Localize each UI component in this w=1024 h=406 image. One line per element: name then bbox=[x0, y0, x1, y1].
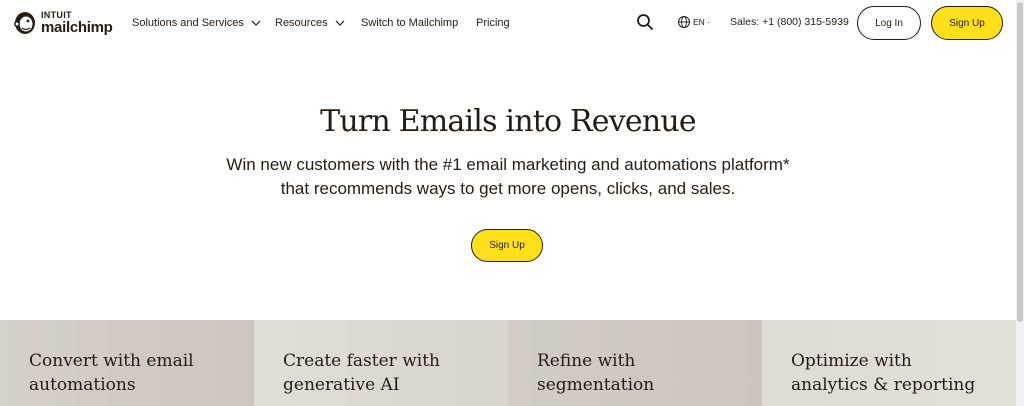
language-dropdown-marker: · bbox=[706, 17, 710, 27]
feature-card-generative-ai[interactable]: Create faster with generative AI bbox=[254, 320, 508, 406]
feature-card-segmentation[interactable]: Refine with segmentation bbox=[508, 320, 762, 406]
feature-card-line-2: analytics & reporting bbox=[791, 375, 976, 395]
feature-card-line-1: Optimize with bbox=[791, 351, 912, 371]
nav-pricing[interactable]: Pricing bbox=[476, 0, 510, 46]
globe-icon bbox=[678, 16, 690, 28]
language-label: EN bbox=[693, 17, 705, 27]
feature-card-line-2: automations bbox=[29, 375, 136, 395]
nav-solutions-label: Solutions and Services bbox=[132, 17, 244, 29]
freddie-logo-icon bbox=[14, 12, 35, 34]
feature-card-analytics[interactable]: Optimize with analytics & reporting bbox=[762, 320, 1016, 406]
header-signup-button[interactable]: Sign Up bbox=[931, 6, 1003, 40]
nav-pricing-label: Pricing bbox=[476, 17, 510, 29]
feature-strip: Convert with email automations Create fa… bbox=[0, 320, 1016, 406]
page-scrollbar[interactable] bbox=[1016, 0, 1024, 406]
site-header: INTUIT mailchimp Solutions and Services … bbox=[0, 0, 1016, 46]
logo-wordmark: INTUIT mailchimp bbox=[41, 11, 113, 36]
hero-title: Turn Emails into Revenue bbox=[320, 104, 697, 139]
feature-card-line-2: generative AI bbox=[283, 375, 400, 395]
feature-card-line-2: segmentation bbox=[537, 375, 655, 395]
login-button[interactable]: Log In bbox=[857, 6, 921, 40]
search-icon[interactable] bbox=[636, 13, 654, 31]
nav-resources-label: Resources bbox=[275, 17, 328, 29]
nav-switch-label: Switch to Mailchimp bbox=[361, 17, 459, 29]
chevron-down-icon bbox=[335, 20, 345, 26]
chevron-down-icon bbox=[251, 20, 261, 26]
nav-resources[interactable]: Resources bbox=[275, 0, 345, 46]
mailchimp-logo[interactable]: INTUIT mailchimp bbox=[12, 8, 116, 38]
hero-subtitle-line-2: that recommends ways to get more opens, … bbox=[280, 179, 736, 198]
language-selector[interactable]: EN · bbox=[677, 15, 710, 29]
feature-card-line-1: Convert with email bbox=[29, 351, 194, 371]
feature-card-automations[interactable]: Convert with email automations bbox=[0, 320, 254, 406]
hero-subtitle: Win new customers with the #1 email mark… bbox=[0, 153, 1016, 201]
nav-switch-to-mailchimp[interactable]: Switch to Mailchimp bbox=[361, 0, 458, 46]
feature-card-line-1: Refine with bbox=[537, 351, 636, 371]
scrollbar-thumb[interactable] bbox=[1017, 2, 1023, 322]
feature-card-line-1: Create faster with bbox=[283, 351, 440, 371]
hero-signup-button[interactable]: Sign Up bbox=[471, 229, 543, 262]
nav-solutions[interactable]: Solutions and Services bbox=[132, 0, 261, 46]
sales-phone-link[interactable]: Sales: +1 (800) 315-5939 bbox=[730, 16, 849, 28]
logo-mailchimp-text: mailchimp bbox=[41, 19, 113, 36]
hero-subtitle-line-1: Win new customers with the #1 email mark… bbox=[226, 155, 790, 174]
